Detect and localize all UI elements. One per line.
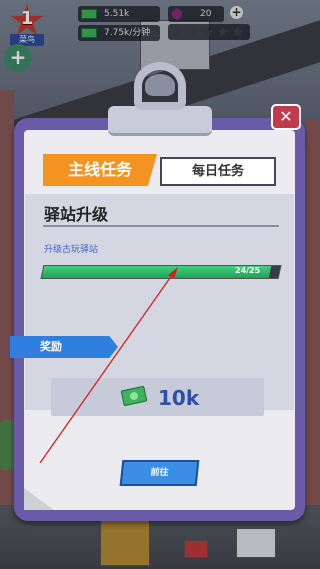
task-title: 驿站升级 — [44, 205, 109, 224]
tab-daily-quest[interactable]: 每日任务 — [160, 157, 276, 186]
tab-main-quest[interactable]: 主线任务 — [43, 154, 157, 186]
title-divider — [43, 225, 279, 227]
reward-value: 10k — [158, 386, 200, 410]
clip-plate — [108, 106, 212, 136]
go-button[interactable]: 前往 — [119, 460, 200, 486]
reward-label: 奖励 — [10, 336, 118, 358]
progress-text: 24/25 — [235, 266, 261, 275]
paper-fold — [24, 488, 54, 510]
task-description: 升级古玩驿站 — [44, 245, 99, 255]
clipboard-clip — [108, 62, 212, 142]
clip-hole — [145, 74, 175, 96]
close-button[interactable]: ✕ — [271, 104, 301, 130]
